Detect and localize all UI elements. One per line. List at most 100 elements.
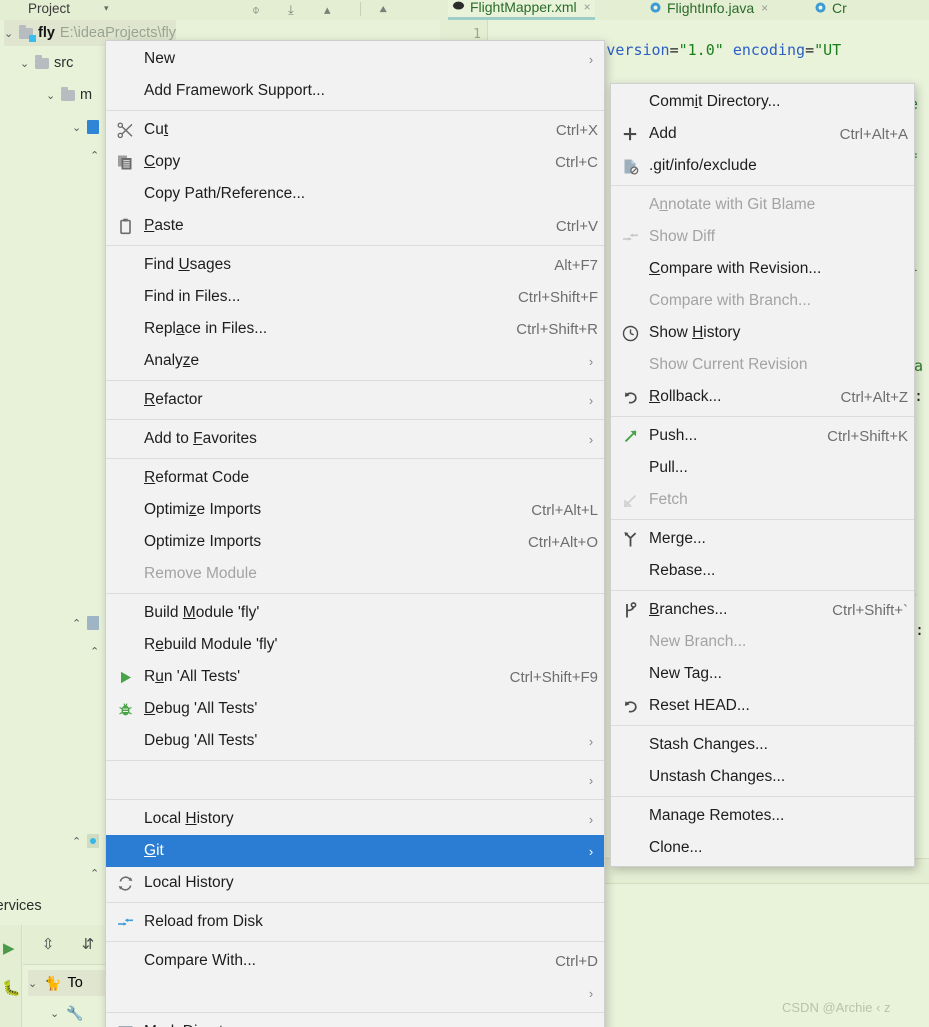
menu-item-local-history[interactable]: Local History ›	[106, 803, 604, 835]
collapse-icon[interactable]: ▴	[324, 2, 331, 18]
collapse-all-icon[interactable]: ⇵	[77, 935, 99, 955]
menu-item-add-framework-support[interactable]: Add Framework Support...	[106, 75, 604, 107]
menu-item-copy[interactable]: Copy Ctrl+C	[106, 146, 604, 178]
git-menu-item-unstash-changes[interactable]: Unstash Changes...	[611, 761, 914, 793]
tree-node-8[interactable]: ⌃	[72, 828, 99, 854]
chevron-down-icon[interactable]: ⌄	[20, 57, 30, 70]
editor-tab-cr[interactable]: Cr	[810, 0, 851, 20]
menu-item-debug-all-tests[interactable]: Debug 'All Tests'	[106, 693, 604, 725]
menu-item-new[interactable]: New ›	[106, 43, 604, 75]
chevron-right-icon[interactable]: ⌃	[90, 645, 100, 658]
git-submenu[interactable]: Commit Directory... Add Ctrl+Alt+A .git/…	[610, 83, 915, 867]
git-menu-item-stash-changes[interactable]: Stash Changes...	[611, 729, 914, 761]
menu-separator	[611, 725, 914, 726]
git-menu-item-clone[interactable]: Clone...	[611, 832, 914, 864]
bookmark-icon[interactable]: ⯅	[378, 2, 388, 18]
git-menu-item-commit-directory[interactable]: Commit Directory...	[611, 86, 914, 118]
menu-item-find-usages[interactable]: Find Usages Alt+F7	[106, 249, 604, 281]
menu-item-label: Rebase...	[649, 562, 716, 579]
menu-item-label: Debug 'All Tests'	[144, 700, 258, 717]
git-menu-item-manage-remotes[interactable]: Manage Remotes...	[611, 800, 914, 832]
git-menu-item-branches[interactable]: Branches... Ctrl+Shift+`	[611, 594, 914, 626]
run-icon[interactable]: ▶	[3, 939, 15, 957]
menu-item-mark-directory-as[interactable]: ›	[106, 977, 604, 1009]
editor-tab-flightmapper[interactable]: FlightMapper.xml ×	[448, 0, 595, 20]
java-class-icon	[650, 2, 661, 13]
menu-item-diagrams[interactable]: Mark Directory as ›	[106, 1016, 604, 1027]
circle-slash-icon[interactable]: ⌽	[252, 2, 260, 18]
git-menu-item-rollback[interactable]: Rollback... Ctrl+Alt+Z	[611, 381, 914, 413]
git-menu-item-compare-with-revision[interactable]: Compare with Revision...	[611, 253, 914, 285]
git-menu-item-show-current-revision: Show Current Revision	[611, 349, 914, 381]
tree-node-src[interactable]: ⌄ src	[20, 50, 73, 76]
menu-item-more-run-debug[interactable]: Debug 'All Tests' ›	[106, 725, 604, 757]
git-menu-item-show-history[interactable]: Show History	[611, 317, 914, 349]
chevron-down-icon[interactable]: ⌃	[72, 617, 82, 630]
chevron-right-icon: ›	[588, 772, 594, 788]
close-icon[interactable]: ×	[761, 1, 768, 15]
chevron-down-icon[interactable]: ⌄	[72, 121, 82, 134]
tree-node-4[interactable]: ⌄	[72, 114, 99, 140]
menu-item-git[interactable]: Git ›	[106, 835, 604, 867]
git-menu-item-git-info-exclude[interactable]: .git/info/exclude	[611, 150, 914, 182]
git-menu-item-reset-head[interactable]: Reset HEAD...	[611, 690, 914, 722]
menu-separator	[611, 185, 914, 186]
menu-item-find-in-files[interactable]: Find in Files... Ctrl+Shift+F	[106, 281, 604, 313]
git-menu-item-push[interactable]: Push... Ctrl+Shift+K	[611, 420, 914, 452]
tree-node-main[interactable]: ⌄ m	[46, 82, 92, 108]
chevron-down-icon[interactable]: ⌄	[46, 89, 56, 102]
menu-item-reformat-code[interactable]: Reformat Code	[106, 462, 604, 494]
chevron-down-icon[interactable]: ⌃	[90, 867, 100, 880]
menu-item-label: Stash Changes...	[649, 736, 768, 753]
menu-item-label: New	[144, 50, 176, 67]
git-menu-item-pull[interactable]: Pull...	[611, 452, 914, 484]
menu-item-reload-from-disk[interactable]: Local History	[106, 867, 604, 899]
menu-item-open-module-settings[interactable]: Compare With... Ctrl+D	[106, 945, 604, 977]
menu-item-optimize-imports[interactable]: Optimize Imports Ctrl+Alt+L	[106, 494, 604, 526]
editor-tab-flightinfo[interactable]: FlightInfo.java ×	[645, 0, 772, 20]
chevron-down-icon[interactable]: ▾	[104, 3, 109, 14]
menu-item-label: Commit Directory...	[649, 93, 781, 110]
download-icon[interactable]: ⤓	[288, 2, 294, 18]
chevron-right-icon: ›	[588, 353, 594, 369]
tomcat-icon: 🐈	[44, 974, 62, 991]
chevron-down-icon[interactable]: ⌃	[90, 149, 100, 162]
menu-item-analyze[interactable]: Analyze ›	[106, 345, 604, 377]
branch-icon	[611, 601, 649, 619]
menu-item-copy-path-reference[interactable]: Copy Path/Reference...	[106, 178, 604, 210]
menu-separator	[611, 519, 914, 520]
module-context-menu[interactable]: New › Add Framework Support... Cut Ctrl+…	[105, 40, 605, 1027]
menu-item-replace-in-files[interactable]: Replace in Files... Ctrl+Shift+R	[106, 313, 604, 345]
menu-item-build-module[interactable]: Build Module 'fly'	[106, 597, 604, 629]
clipboard-icon	[106, 218, 144, 235]
menu-separator	[106, 799, 604, 800]
menu-item-label: Branches...	[649, 601, 728, 618]
expand-all-icon[interactable]: ⇳	[37, 935, 59, 955]
menu-item-add-to-favorites[interactable]: Add to Favorites ›	[106, 423, 604, 455]
git-menu-item-add[interactable]: Add Ctrl+Alt+A	[611, 118, 914, 150]
chevron-down-icon[interactable]: ⌃	[72, 835, 82, 848]
chevron-down-icon[interactable]: ⌄	[28, 977, 38, 990]
tree-node-7[interactable]: ⌃	[90, 638, 100, 664]
services-row-child[interactable]: ⌄ 🔧	[50, 1000, 110, 1026]
menu-item-compare-with[interactable]: Reload from Disk	[106, 906, 604, 938]
git-menu-item-new-tag[interactable]: New Tag...	[611, 658, 914, 690]
menu-item-cut[interactable]: Cut Ctrl+X	[106, 114, 604, 146]
menu-item-label: Compare with Branch...	[649, 292, 811, 309]
close-icon[interactable]: ×	[584, 0, 591, 14]
chevron-down-icon[interactable]: ⌄	[50, 1007, 60, 1020]
menu-item-rebuild-module[interactable]: Rebuild Module 'fly'	[106, 629, 604, 661]
tree-node-6[interactable]: ⌃	[72, 610, 99, 636]
menu-item-paste[interactable]: Paste Ctrl+V	[106, 210, 604, 242]
menu-item-refactor[interactable]: Refactor ›	[106, 384, 604, 416]
tree-node-5[interactable]: ⌃	[90, 142, 100, 168]
git-menu-item-merge[interactable]: Merge...	[611, 523, 914, 555]
chevron-down-icon[interactable]: ⌄	[4, 27, 14, 40]
menu-item-run-all-tests[interactable]: Run 'All Tests' Ctrl+Shift+F9	[106, 661, 604, 693]
tree-node-9[interactable]: ⌃	[90, 860, 100, 886]
debug-icon[interactable]: 🐛	[2, 979, 21, 997]
menu-item-remove-module[interactable]: Optimize Imports Ctrl+Alt+O	[106, 526, 604, 558]
chevron-right-icon: ›	[588, 431, 594, 447]
menu-item-open-in[interactable]: ›	[106, 764, 604, 796]
git-menu-item-rebase[interactable]: Rebase...	[611, 555, 914, 587]
